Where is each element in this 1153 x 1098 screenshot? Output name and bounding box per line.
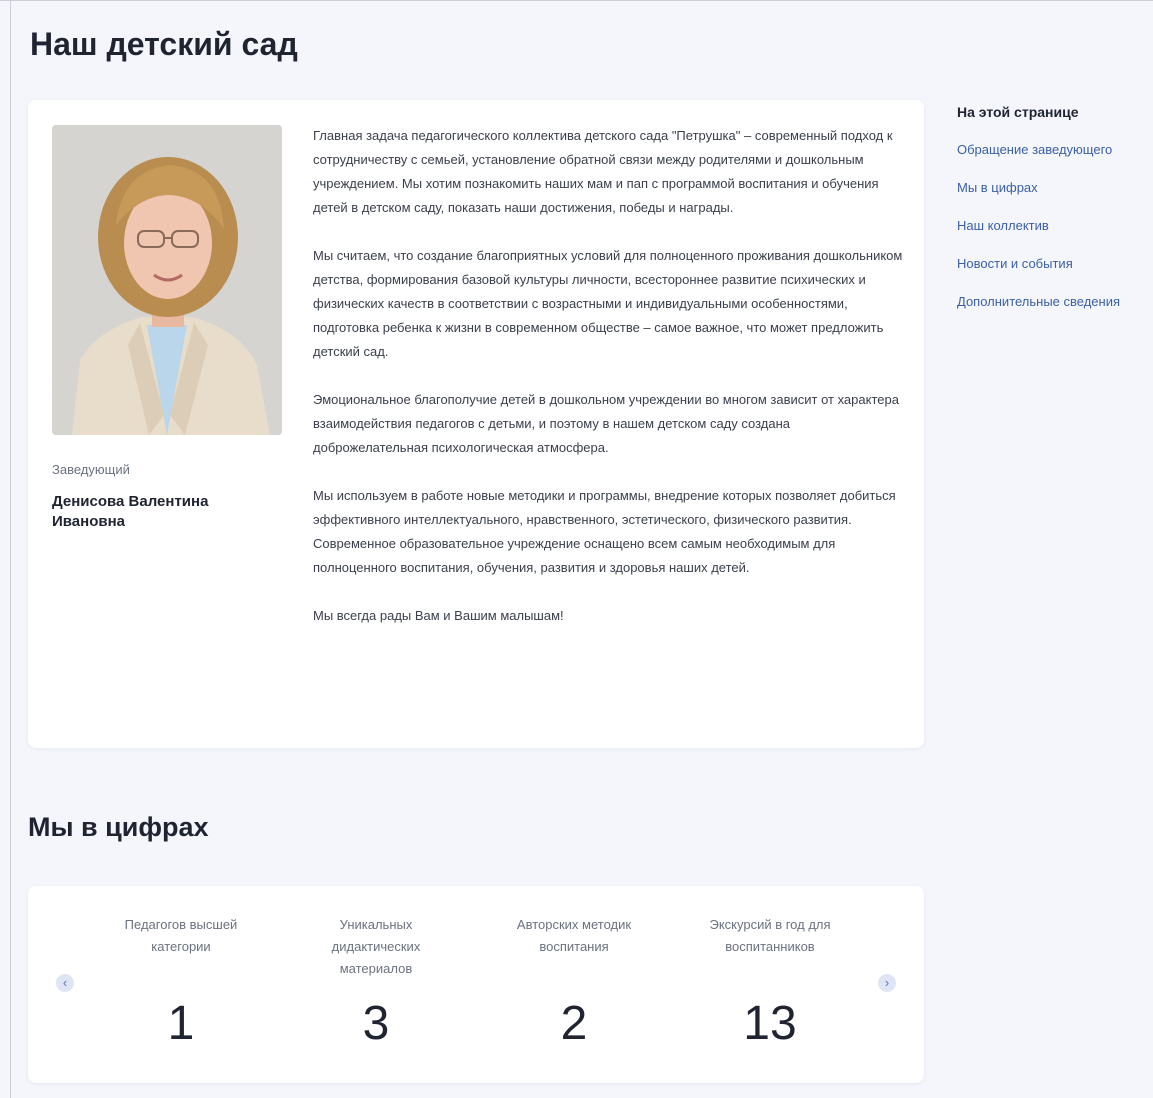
intro-paragraph: Мы считаем, что создание благоприятных у… [313, 248, 903, 359]
window-top-border [0, 0, 1153, 1]
intro-paragraph: Мы используем в работе новые методики и … [313, 488, 896, 575]
stat-value: 3 [362, 997, 390, 1050]
stat-value: 2 [560, 997, 588, 1050]
toc-title: На этой странице [957, 104, 1079, 120]
director-name: Денисова Валентина Ивановна [52, 493, 209, 530]
stat-label: Авторских методик воспитания [516, 917, 632, 954]
on-this-page-nav: На этой странице Обращение заведующего М… [957, 104, 1153, 332]
intro-paragraph: Эмоциональное благополучие детей в дошко… [313, 392, 899, 455]
carousel-next-icon[interactable]: › [878, 974, 896, 992]
toc-link-director-address[interactable]: Обращение заведующего [957, 142, 1153, 157]
carousel-prev-icon[interactable]: ‹ [56, 974, 74, 992]
intro-paragraph: Главная задача педагогического коллектив… [313, 128, 893, 215]
toc-link-team[interactable]: Наш коллектив [957, 218, 1153, 233]
stat-label: Экскурсий в год для воспитанников [709, 917, 831, 954]
page-title: Наш детский сад [30, 26, 298, 62]
director-portrait-image [52, 125, 282, 435]
director-address-text: Главная задача педагогического коллектив… [313, 124, 903, 652]
intro-paragraph: Мы всегда рады Вам и Вашим малышам! [313, 608, 564, 623]
stat-label: Педагогов высшей категории [124, 917, 238, 954]
stats-section-title: Мы в цифрах [28, 812, 209, 842]
toc-link-news[interactable]: Новости и события [957, 256, 1153, 271]
toc-link-in-numbers[interactable]: Мы в цифрах [957, 180, 1153, 195]
stats-carousel: ‹ › Педагогов высшей категории 1 Уникаль… [28, 886, 924, 1083]
stat-value: 13 [743, 997, 797, 1050]
director-role: Заведующий [52, 462, 130, 477]
window-left-border [10, 0, 11, 1098]
director-photo [52, 125, 282, 435]
stat-value: 1 [167, 997, 195, 1050]
toc-link-additional-info[interactable]: Дополнительные сведения [957, 294, 1153, 309]
stat-label: Уникальных дидактических материалов [331, 917, 421, 976]
director-address-card: Заведующий Денисова Валентина Ивановна Г… [28, 100, 924, 748]
